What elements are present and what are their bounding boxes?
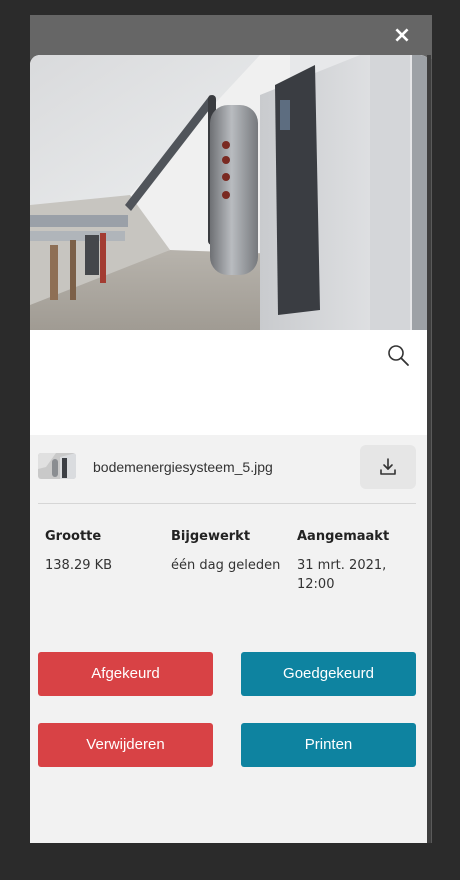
file-row: bodemenergiesysteem_5.jpg xyxy=(30,437,430,503)
created-value-date: 31 mrt. 2021, xyxy=(297,558,387,573)
meta-size: Grootte 138.29 KB xyxy=(45,529,170,575)
preview-image xyxy=(30,55,430,330)
download-button[interactable] xyxy=(360,445,416,489)
file-preview-card: bodemenergiesysteem_5.jpg Grootte 138.29… xyxy=(30,55,430,843)
reject-button[interactable]: Afgekeurd xyxy=(38,652,213,696)
download-icon xyxy=(380,458,396,475)
search-icon xyxy=(388,345,409,366)
close-button[interactable]: × xyxy=(388,22,416,50)
size-value: 138.29 KB xyxy=(45,558,113,573)
modal-header-bar xyxy=(30,15,432,59)
print-button[interactable]: Printen xyxy=(241,723,416,767)
created-label: Aangemaakt xyxy=(297,529,390,544)
close-icon: × xyxy=(392,23,412,48)
delete-button[interactable]: Verwijderen xyxy=(38,723,213,767)
updated-value: één dag geleden xyxy=(171,558,281,573)
approve-button[interactable]: Goedgekeurd xyxy=(241,652,416,696)
preview-footer xyxy=(30,330,430,435)
zoom-button[interactable] xyxy=(386,343,410,367)
meta-created: Aangemaakt 31 mrt. 2021, 12:00 xyxy=(297,529,422,594)
divider xyxy=(38,503,416,504)
meta-updated: Bijgewerkt één dag geleden xyxy=(171,529,296,575)
scrollbar[interactable] xyxy=(427,55,431,843)
file-name: bodemenergiesysteem_5.jpg xyxy=(93,459,273,475)
file-thumbnail xyxy=(38,453,76,479)
size-label: Grootte xyxy=(45,529,102,544)
created-value-time: 12:00 xyxy=(297,577,335,592)
updated-label: Bijgewerkt xyxy=(171,529,251,544)
